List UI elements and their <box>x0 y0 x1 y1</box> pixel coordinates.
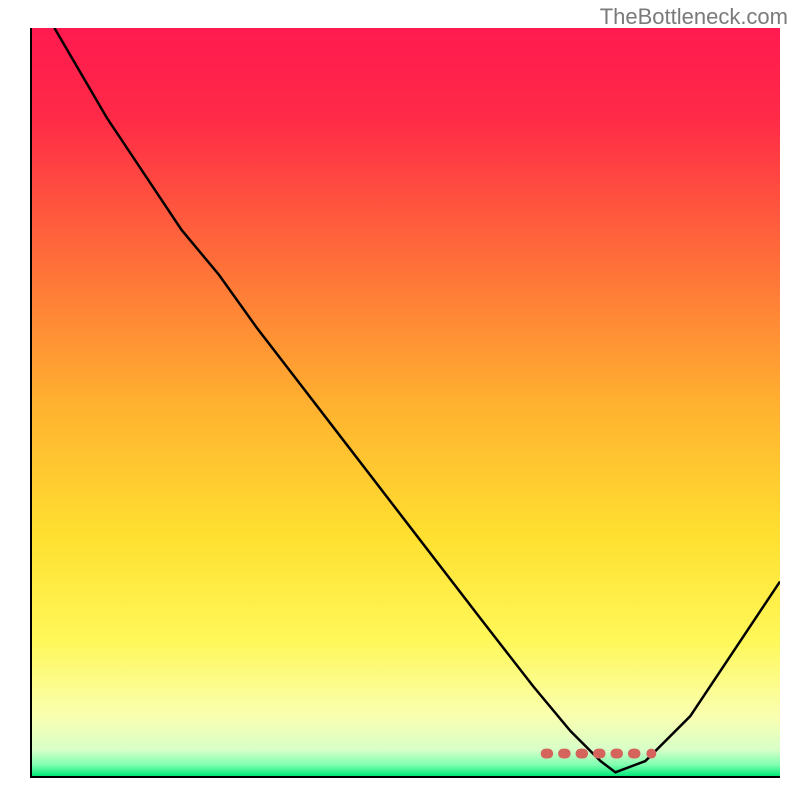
chart-container: TheBottleneck.com <box>0 0 800 800</box>
chart-svg <box>32 28 780 776</box>
attribution-text: TheBottleneck.com <box>600 4 788 30</box>
gradient-background <box>32 28 780 776</box>
plot-area <box>30 28 780 778</box>
